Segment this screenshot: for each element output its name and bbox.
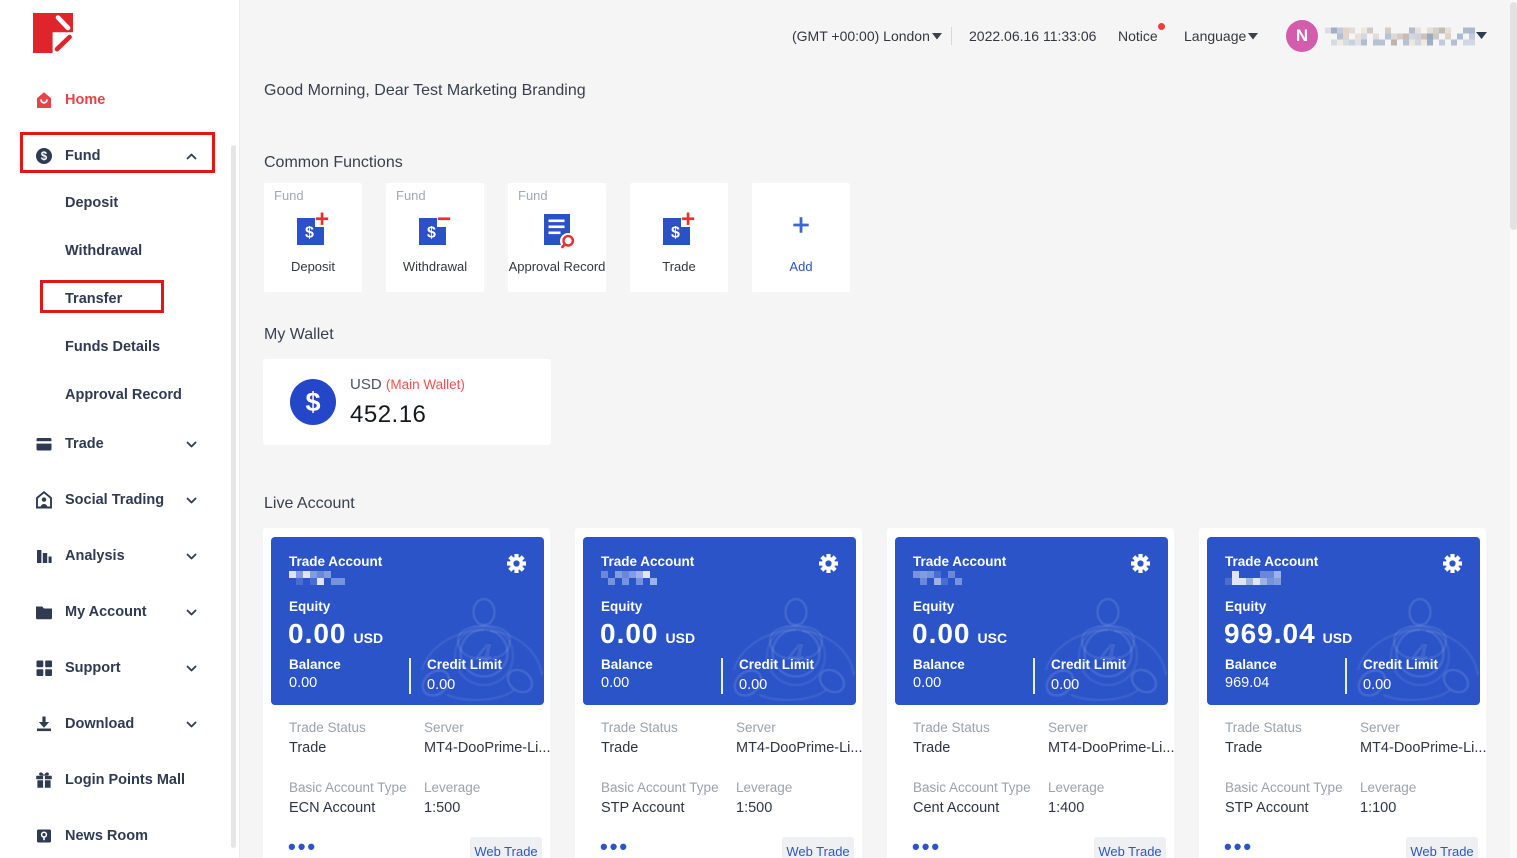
svg-text:$: $ <box>427 225 436 242</box>
svg-text:$: $ <box>671 225 680 242</box>
svg-text:$: $ <box>305 225 314 242</box>
